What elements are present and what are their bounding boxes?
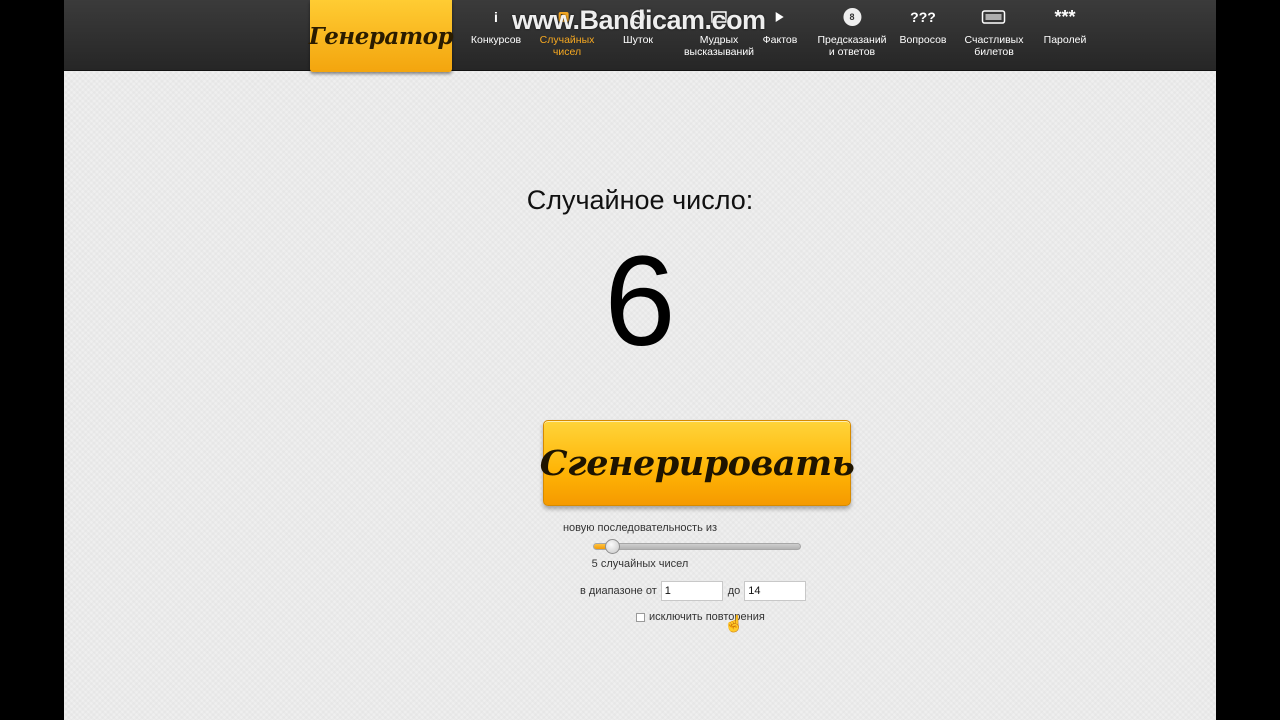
nav-label: Паролей — [1043, 34, 1087, 46]
nav-label: Случайных чисел — [539, 34, 595, 58]
range-to-input[interactable] — [744, 581, 807, 601]
result-number: 6 — [604, 230, 676, 373]
generate-button[interactable]: Сгенерировать — [540, 420, 855, 506]
exclude-repeats-label: исключить повторения — [649, 611, 765, 623]
slider-handle[interactable] — [604, 539, 620, 554]
nav-label: Вопросов — [899, 34, 947, 46]
nav-item-predictions[interactable]: 8 Предсказаний и ответов — [817, 0, 887, 70]
arrow-icon — [763, 0, 798, 34]
nav-item-questions[interactable]: ??? Вопросов — [900, 0, 947, 70]
magic-8-ball-icon: 8 — [817, 0, 886, 34]
nav-label: Счастливых билетов — [964, 34, 1024, 58]
generate-button-label: Сгенерировать — [539, 442, 855, 484]
top-navigation-bar: Генератор i Конкурсов Случайных чисел Шу… — [64, 0, 1216, 72]
hand-cursor-icon: ☝ — [724, 616, 744, 633]
nav-label: Мудрых высказываний — [683, 34, 755, 58]
exclude-repeats-checkbox[interactable] — [636, 612, 645, 622]
nav-item-passwords[interactable]: *** Паролей — [1044, 0, 1087, 70]
range-from-input[interactable] — [660, 581, 723, 601]
nav-label: Фактов — [762, 34, 798, 46]
logo-text: Генератор — [308, 22, 454, 50]
ticket-icon — [965, 0, 1024, 34]
asterisks-icon: *** — [1054, 6, 1076, 27]
question-marks-icon: ??? — [910, 9, 936, 25]
result-title: Случайное число: — [526, 185, 754, 215]
site-logo[interactable]: Генератор — [308, 0, 454, 72]
range-from-label: в диапазоне от — [580, 585, 657, 597]
sequence-label: новую последовательность из — [562, 522, 718, 534]
nav-label: Предсказаний и ответов — [817, 34, 887, 58]
browser-viewport: Генератор i Конкурсов Случайных чисел Шу… — [64, 0, 1216, 720]
exclude-repeats-option[interactable]: исключить повторения — [636, 610, 765, 624]
range-to-label: до — [727, 585, 741, 597]
range-row: в диапазоне от до — [580, 580, 807, 602]
count-label: 5 случайных чисел — [591, 558, 689, 570]
recording-watermark: www.Bandicam.com — [512, 5, 766, 35]
nav-item-facts[interactable]: Фактов — [762, 0, 798, 70]
nav-item-lucky-tickets[interactable]: Счастливых билетов — [964, 0, 1024, 70]
count-slider[interactable] — [593, 539, 801, 554]
